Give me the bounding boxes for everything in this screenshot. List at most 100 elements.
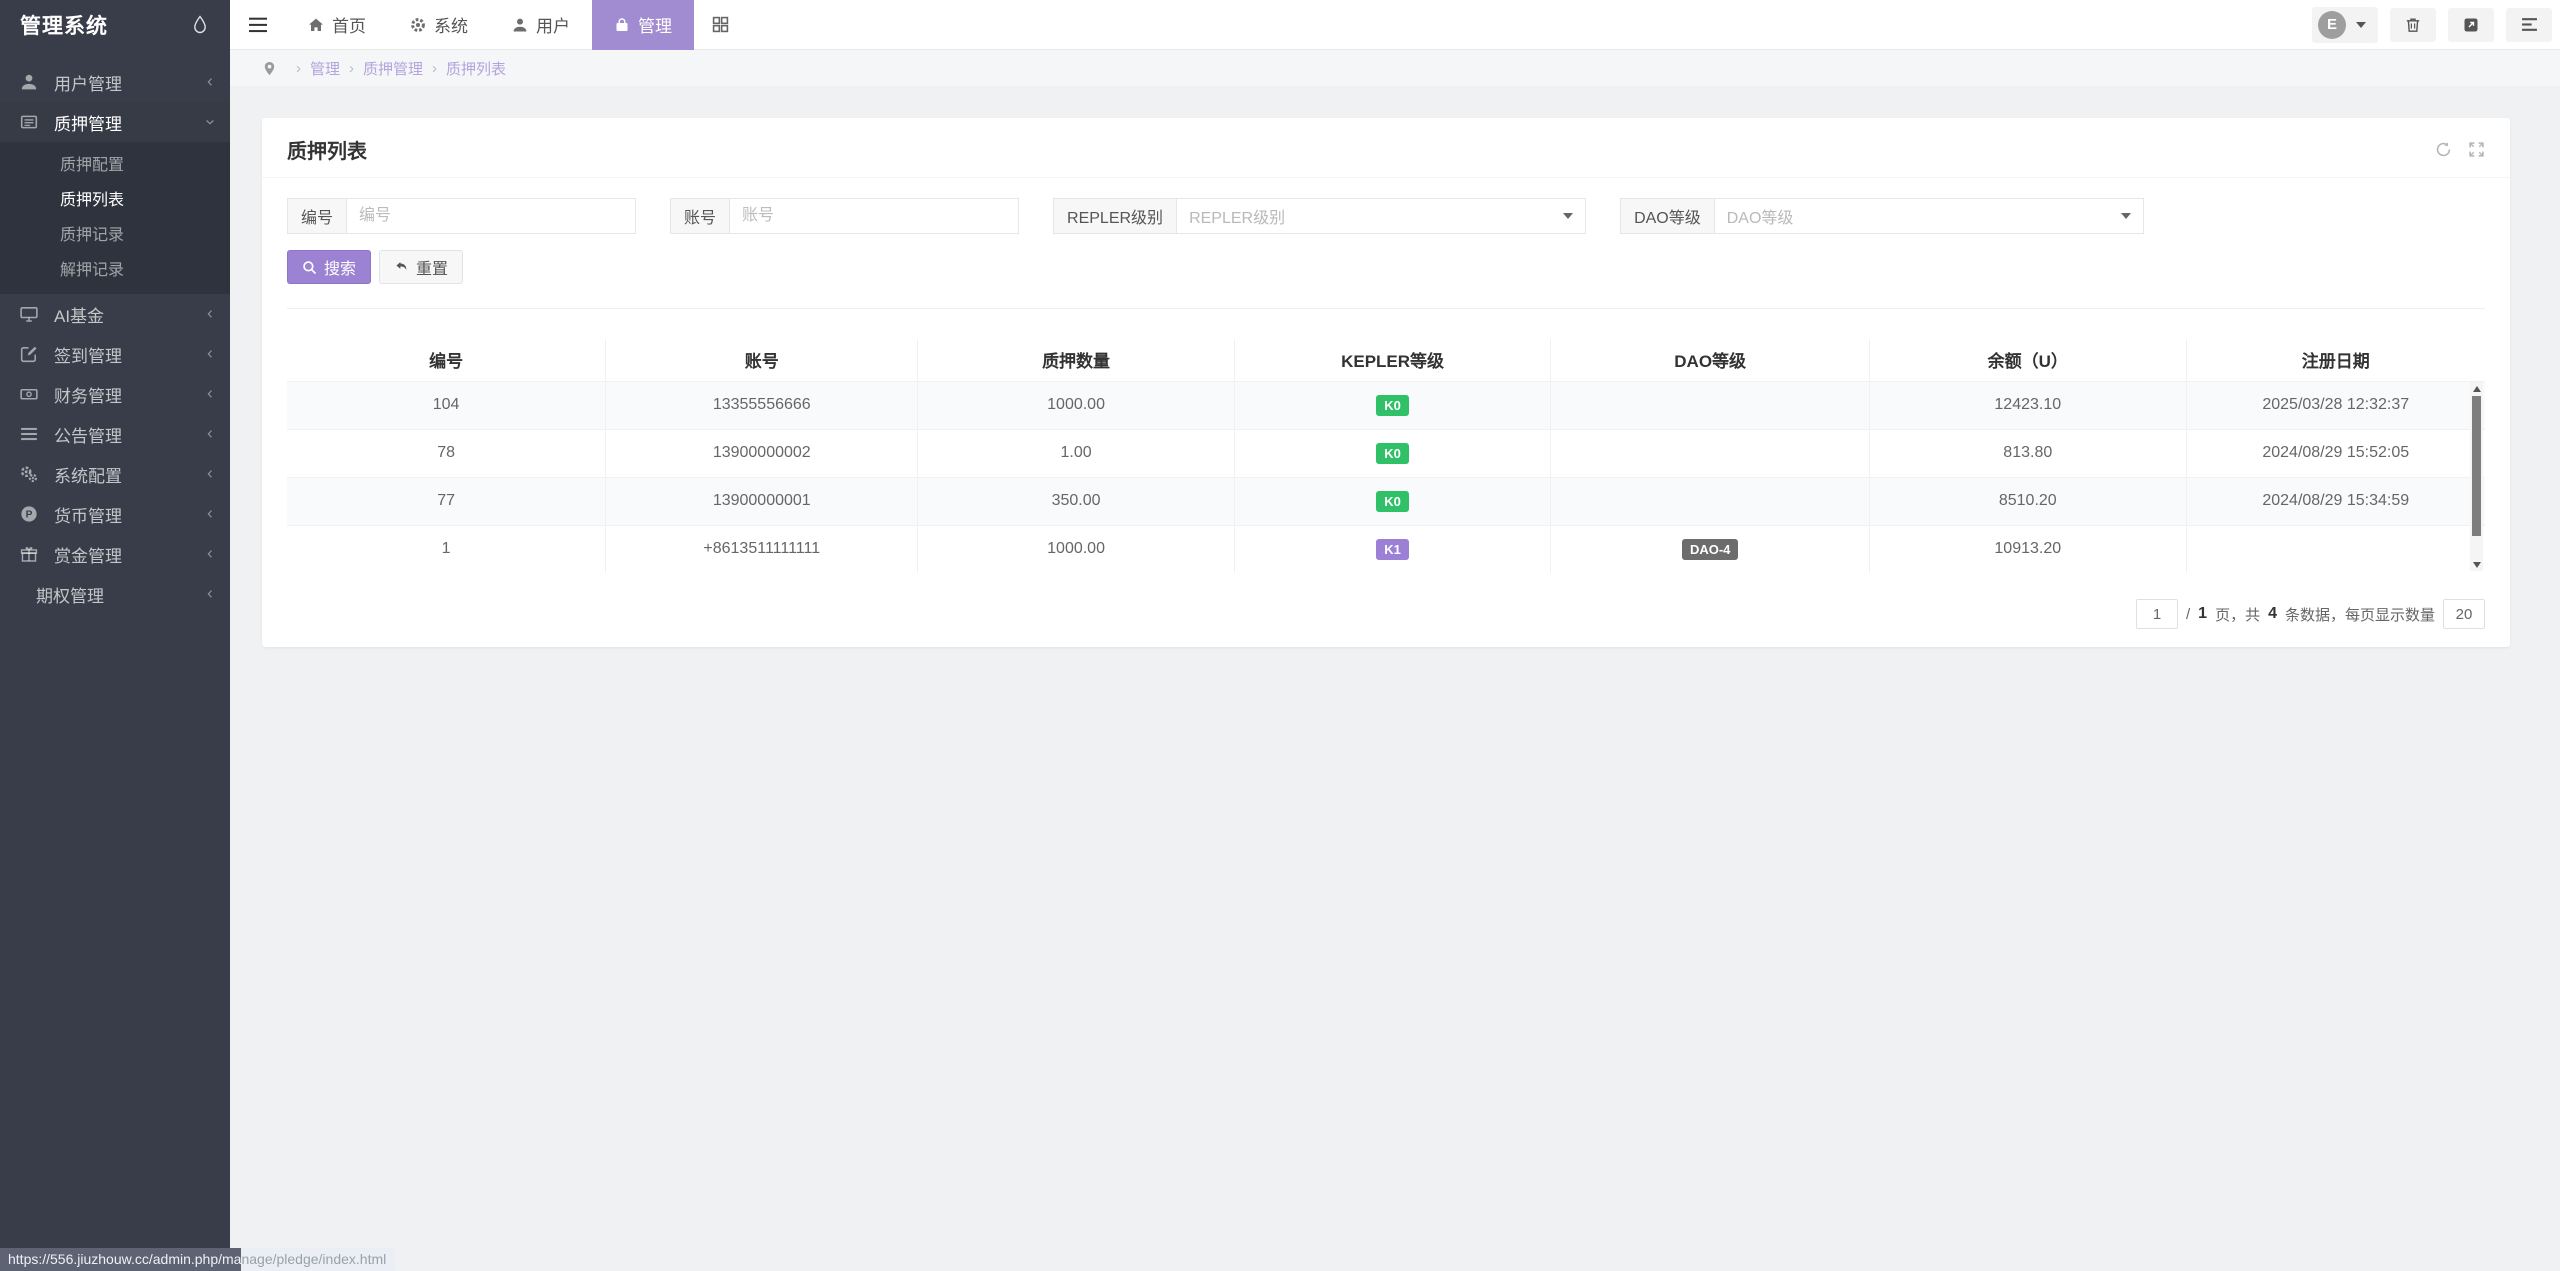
refresh-icon[interactable] bbox=[2435, 141, 2452, 158]
sidebar-item-options[interactable]: 期权管理 bbox=[0, 574, 230, 614]
chevron-left-icon bbox=[204, 548, 216, 560]
sidebar-item-pledge[interactable]: 质押管理 bbox=[0, 102, 230, 142]
tab-label: 用户 bbox=[536, 12, 570, 37]
hamburger-menu-icon[interactable] bbox=[230, 0, 286, 50]
fullscreen-expand-icon[interactable] bbox=[2468, 141, 2485, 158]
col-account: 账号 bbox=[606, 339, 918, 381]
sidebar-header: 管理系统 bbox=[0, 0, 230, 50]
chevron-left-icon bbox=[204, 468, 216, 480]
tab-user[interactable]: 用户 bbox=[490, 0, 592, 50]
home-icon bbox=[308, 17, 324, 33]
caret-down-icon bbox=[1563, 213, 1573, 219]
cell-balance: 12423.10 bbox=[1870, 381, 2187, 429]
page-size-input[interactable] bbox=[2443, 599, 2485, 629]
sidebar-item-system-config[interactable]: 系统配置 bbox=[0, 454, 230, 494]
rows-icon bbox=[2521, 17, 2538, 32]
tab-home[interactable]: 首页 bbox=[286, 0, 388, 50]
id-input[interactable] bbox=[346, 198, 636, 234]
card-tools bbox=[2435, 141, 2485, 158]
tab-system[interactable]: 系统 bbox=[388, 0, 490, 50]
card-body: 编号 账号 REPLER级别 REPLER级别 bbox=[262, 198, 2510, 647]
select-placeholder: DAO等级 bbox=[1727, 204, 1794, 228]
kepler-badge: K1 bbox=[1376, 539, 1409, 560]
sidebar-item-label: 质押管理 bbox=[54, 110, 204, 135]
pagination: / 1 页，共 4 条数据，每页显示数量 bbox=[287, 599, 2485, 629]
page-title: 质押列表 bbox=[287, 135, 367, 164]
breadcrumb-item-pledge-list[interactable]: 质押列表 bbox=[446, 58, 506, 79]
chevron-left-icon bbox=[204, 428, 216, 440]
scrollbar-thumb[interactable] bbox=[2472, 396, 2481, 536]
cell-date: 2024/08/29 15:52:05 bbox=[2186, 429, 2485, 477]
caret-down-icon bbox=[2121, 213, 2131, 219]
gears-icon bbox=[20, 465, 38, 483]
table-scrollbar[interactable] bbox=[2470, 382, 2483, 571]
cell-kepler: K0 bbox=[1234, 477, 1551, 525]
pledge-table: 编号 账号 质押数量 KEPLER等级 DAO等级 余额（U） 注册日期 bbox=[287, 339, 2485, 573]
chevron-left-icon bbox=[204, 388, 216, 400]
sidebar-item-ai-fund[interactable]: AI基金 bbox=[0, 294, 230, 334]
fullscreen-button[interactable] bbox=[2448, 8, 2494, 42]
scroll-up-icon[interactable] bbox=[2470, 382, 2483, 395]
filter-account-group: 账号 bbox=[670, 198, 1019, 234]
records-label: 条数据，每页显示数量 bbox=[2285, 604, 2435, 625]
edit-icon bbox=[20, 345, 38, 363]
money-icon bbox=[20, 385, 38, 403]
reset-button-label: 重置 bbox=[416, 255, 448, 279]
apps-grid-icon[interactable] bbox=[694, 0, 746, 50]
cell-balance: 10913.20 bbox=[1870, 525, 2187, 573]
pages-label: 页，共 bbox=[2215, 604, 2260, 625]
sidebar-subitem-pledge-records[interactable]: 质押记录 bbox=[0, 218, 230, 253]
sidebar-item-users[interactable]: 用户管理 bbox=[0, 62, 230, 102]
cell-account: +8613511111111 bbox=[606, 525, 918, 573]
sidebar-item-announcements[interactable]: 公告管理 bbox=[0, 414, 230, 454]
cell-amount: 350.00 bbox=[918, 477, 1235, 525]
filter-repler-group: REPLER级别 REPLER级别 bbox=[1053, 198, 1586, 234]
kepler-badge: K0 bbox=[1376, 443, 1409, 464]
user-menu[interactable]: E bbox=[2312, 7, 2378, 43]
pledge-icon bbox=[20, 113, 38, 131]
sidebar-subitem-unpledge-records[interactable]: 解押记录 bbox=[0, 253, 230, 288]
cell-account: 13900000002 bbox=[606, 429, 918, 477]
cell-amount: 1000.00 bbox=[918, 381, 1235, 429]
gift-icon bbox=[20, 545, 38, 563]
cell-dao bbox=[1551, 477, 1870, 525]
undo-icon bbox=[394, 260, 409, 275]
tab-manage[interactable]: 管理 bbox=[592, 0, 694, 50]
account-input[interactable] bbox=[729, 198, 1019, 234]
breadcrumb-separator-icon: › bbox=[432, 60, 437, 77]
cell-date: 2024/08/29 15:34:59 bbox=[2186, 477, 2485, 525]
cell-id: 78 bbox=[287, 429, 606, 477]
scroll-down-icon[interactable] bbox=[2470, 558, 2483, 571]
page-number-input[interactable] bbox=[2136, 599, 2178, 629]
tab-label: 系统 bbox=[434, 12, 468, 37]
search-button[interactable]: 搜索 bbox=[287, 250, 371, 284]
sidebar-item-finance[interactable]: 财务管理 bbox=[0, 374, 230, 414]
droplet-icon bbox=[192, 15, 208, 35]
user-icon bbox=[512, 17, 528, 33]
clear-cache-button[interactable] bbox=[2390, 8, 2436, 42]
repler-level-select[interactable]: REPLER级别 bbox=[1176, 198, 1586, 234]
sidebar-item-bounty[interactable]: 赏金管理 bbox=[0, 534, 230, 574]
breadcrumb-item-manage[interactable]: 管理 bbox=[310, 58, 340, 79]
sidebar-item-checkin[interactable]: 签到管理 bbox=[0, 334, 230, 374]
content-area: 质押列表 编号 bbox=[230, 86, 2560, 1271]
more-panel-button[interactable] bbox=[2506, 8, 2552, 42]
sidebar-item-label: 赏金管理 bbox=[54, 542, 204, 567]
breadcrumb-item-pledge-manage[interactable]: 质押管理 bbox=[363, 58, 423, 79]
col-kepler: KEPLER等级 bbox=[1234, 339, 1551, 381]
col-balance: 余额（U） bbox=[1870, 339, 2187, 381]
search-button-label: 搜索 bbox=[324, 255, 356, 279]
col-id: 编号 bbox=[287, 339, 606, 381]
sidebar-subitem-pledge-list[interactable]: 质押列表 bbox=[0, 183, 230, 218]
breadcrumb-separator-icon: › bbox=[349, 60, 354, 77]
svg-text:P: P bbox=[26, 510, 33, 521]
filter-dao-group: DAO等级 DAO等级 bbox=[1620, 198, 2144, 234]
reset-button[interactable]: 重置 bbox=[379, 250, 463, 284]
location-pin-icon bbox=[262, 61, 277, 76]
dao-level-select[interactable]: DAO等级 bbox=[1714, 198, 2144, 234]
sidebar: 管理系统 用户管理 质押管理 bbox=[0, 0, 230, 1271]
filter-dao-label: DAO等级 bbox=[1620, 198, 1714, 234]
sidebar-item-currency[interactable]: P 货币管理 bbox=[0, 494, 230, 534]
cell-kepler: K1 bbox=[1234, 525, 1551, 573]
sidebar-subitem-pledge-config[interactable]: 质押配置 bbox=[0, 148, 230, 183]
